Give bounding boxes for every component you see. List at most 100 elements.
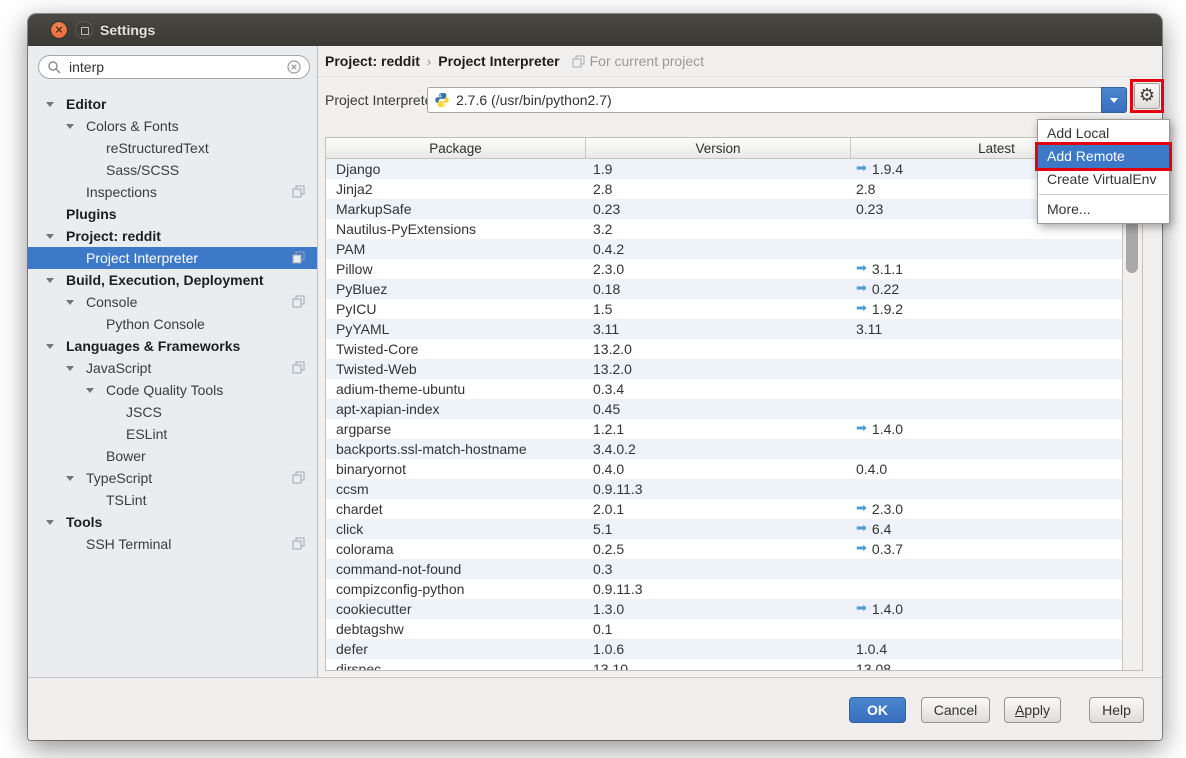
- sidebar-item-tools[interactable]: Tools: [28, 511, 317, 533]
- sidebar-item-label: SSH Terminal: [86, 536, 171, 552]
- expand-arrow-icon[interactable]: [66, 476, 74, 481]
- package-cell: cookiecutter: [326, 599, 586, 619]
- package-cell: Jinja2: [326, 179, 586, 199]
- version-cell: 3.11: [586, 319, 851, 339]
- sidebar-item-build-execution-deployment[interactable]: Build, Execution, Deployment: [28, 269, 317, 291]
- expand-arrow-icon[interactable]: [46, 234, 54, 239]
- latest-cell: [851, 579, 1122, 599]
- sidebar-item-bower[interactable]: Bower: [28, 445, 317, 467]
- expand-arrow-icon[interactable]: [46, 344, 54, 349]
- table-row[interactable]: Jinja22.82.8: [326, 179, 1122, 199]
- clear-icon[interactable]: [287, 60, 301, 74]
- close-icon[interactable]: [50, 21, 68, 39]
- sidebar-item-code-quality-tools[interactable]: Code Quality Tools: [28, 379, 317, 401]
- menu-item-more[interactable]: More...: [1038, 198, 1169, 221]
- table-row[interactable]: binaryornot0.4.00.4.0: [326, 459, 1122, 479]
- version-cell: 13.2.0: [586, 339, 851, 359]
- sidebar-item-project-reddit[interactable]: Project: reddit: [28, 225, 317, 247]
- upgrade-arrow-icon: ➡: [856, 599, 867, 619]
- package-cell: argparse: [326, 419, 586, 439]
- breadcrumb-project[interactable]: Project: reddit: [325, 53, 420, 69]
- table-row[interactable]: Twisted-Web13.2.0: [326, 359, 1122, 379]
- expand-arrow-icon[interactable]: [46, 278, 54, 283]
- expand-arrow-icon[interactable]: [66, 300, 74, 305]
- version-cell: 3.4.0.2: [586, 439, 851, 459]
- table-row[interactable]: command-not-found0.3: [326, 559, 1122, 579]
- table-row[interactable]: PAM0.4.2: [326, 239, 1122, 259]
- maximize-icon[interactable]: [75, 21, 93, 39]
- sidebar-item-ssh-terminal[interactable]: SSH Terminal: [28, 533, 317, 555]
- sidebar-item-python-console[interactable]: Python Console: [28, 313, 317, 335]
- table-row[interactable]: dirspec13.1013.08: [326, 659, 1122, 671]
- expand-arrow-icon[interactable]: [66, 124, 74, 129]
- latest-value: 1.9.2: [872, 299, 903, 319]
- table-scrollbar[interactable]: [1122, 159, 1142, 670]
- table-row[interactable]: apt-xapian-index0.45: [326, 399, 1122, 419]
- package-cell: Django: [326, 159, 586, 179]
- table-row[interactable]: backports.ssl-match-hostname3.4.0.2: [326, 439, 1122, 459]
- titlebar[interactable]: Settings: [28, 14, 1162, 47]
- version-cell: 13.10: [586, 659, 851, 671]
- table-row[interactable]: click5.1➡6.4: [326, 519, 1122, 539]
- sidebar-item-inspections[interactable]: Inspections: [28, 181, 317, 203]
- help-button[interactable]: Help: [1089, 697, 1144, 723]
- table-row[interactable]: defer1.0.61.0.4: [326, 639, 1122, 659]
- sidebar-item-label: Plugins: [66, 206, 117, 222]
- expand-arrow-icon[interactable]: [86, 388, 94, 393]
- package-cell: click: [326, 519, 586, 539]
- search-input[interactable]: [67, 58, 287, 76]
- table-row[interactable]: colorama0.2.5➡0.3.7: [326, 539, 1122, 559]
- table-row[interactable]: PyBluez0.18➡0.22: [326, 279, 1122, 299]
- sidebar-item-plugins[interactable]: Plugins: [28, 203, 317, 225]
- gear-button[interactable]: ⚙: [1134, 83, 1160, 109]
- sidebar-item-eslint[interactable]: ESLint: [28, 423, 317, 445]
- apply-button[interactable]: Apply: [1004, 697, 1061, 723]
- table-row[interactable]: MarkupSafe0.230.23: [326, 199, 1122, 219]
- sidebar-item-editor[interactable]: Editor: [28, 93, 317, 115]
- sidebar-item-typescript[interactable]: TypeScript: [28, 467, 317, 489]
- expand-arrow-icon[interactable]: [46, 102, 54, 107]
- sidebar-item-sass-scss[interactable]: Sass/SCSS: [28, 159, 317, 181]
- menu-item-add-remote[interactable]: Add Remote: [1038, 145, 1169, 168]
- search-field[interactable]: [38, 55, 310, 79]
- interpreter-dropdown-button[interactable]: [1101, 87, 1127, 113]
- ok-button[interactable]: OK: [849, 697, 906, 723]
- settings-tree: EditorColors & FontsreStructuredTextSass…: [28, 93, 317, 555]
- table-row[interactable]: Pillow2.3.0➡3.1.1: [326, 259, 1122, 279]
- table-row[interactable]: Nautilus-PyExtensions3.2: [326, 219, 1122, 239]
- column-header-version[interactable]: Version: [586, 138, 851, 158]
- table-row[interactable]: PyICU1.5➡1.9.2: [326, 299, 1122, 319]
- menu-item-create-virtualenv[interactable]: Create VirtualEnv: [1038, 168, 1169, 191]
- expand-arrow-icon[interactable]: [66, 366, 74, 371]
- interpreter-combobox[interactable]: 2.7.6 (/usr/bin/python2.7): [427, 87, 1127, 113]
- latest-cell: [851, 359, 1122, 379]
- table-row[interactable]: compizconfig-python0.9.11.3: [326, 579, 1122, 599]
- sidebar-item-tslint[interactable]: TSLint: [28, 489, 317, 511]
- table-row[interactable]: Django1.9➡1.9.4: [326, 159, 1122, 179]
- latest-cell: 1.0.4: [851, 639, 1122, 659]
- sidebar-item-colors-fonts[interactable]: Colors & Fonts: [28, 115, 317, 137]
- table-row[interactable]: debtagshw0.1: [326, 619, 1122, 639]
- table-row[interactable]: cookiecutter1.3.0➡1.4.0: [326, 599, 1122, 619]
- latest-value: 1.0.4: [856, 639, 887, 659]
- table-row[interactable]: chardet2.0.1➡2.3.0: [326, 499, 1122, 519]
- table-row[interactable]: argparse1.2.1➡1.4.0: [326, 419, 1122, 439]
- table-row[interactable]: ccsm0.9.11.3: [326, 479, 1122, 499]
- sidebar-item-console[interactable]: Console: [28, 291, 317, 313]
- upgrade-arrow-icon: ➡: [856, 499, 867, 519]
- sidebar-item-languages-frameworks[interactable]: Languages & Frameworks: [28, 335, 317, 357]
- expand-arrow-icon[interactable]: [46, 520, 54, 525]
- sidebar-item-project-interpreter[interactable]: Project Interpreter: [28, 247, 317, 269]
- package-cell: Twisted-Core: [326, 339, 586, 359]
- sidebar-item-jscs[interactable]: JSCS: [28, 401, 317, 423]
- column-header-package[interactable]: Package: [326, 138, 586, 158]
- table-row[interactable]: Twisted-Core13.2.0: [326, 339, 1122, 359]
- table-row[interactable]: PyYAML3.113.11: [326, 319, 1122, 339]
- sidebar-item-javascript[interactable]: JavaScript: [28, 357, 317, 379]
- version-cell: 1.5: [586, 299, 851, 319]
- table-row[interactable]: adium-theme-ubuntu0.3.4: [326, 379, 1122, 399]
- breadcrumb-separator: ›: [427, 54, 431, 69]
- cancel-button[interactable]: Cancel: [921, 697, 990, 723]
- sidebar-item-restructuredtext[interactable]: reStructuredText: [28, 137, 317, 159]
- menu-item-add-local[interactable]: Add Local: [1038, 122, 1169, 145]
